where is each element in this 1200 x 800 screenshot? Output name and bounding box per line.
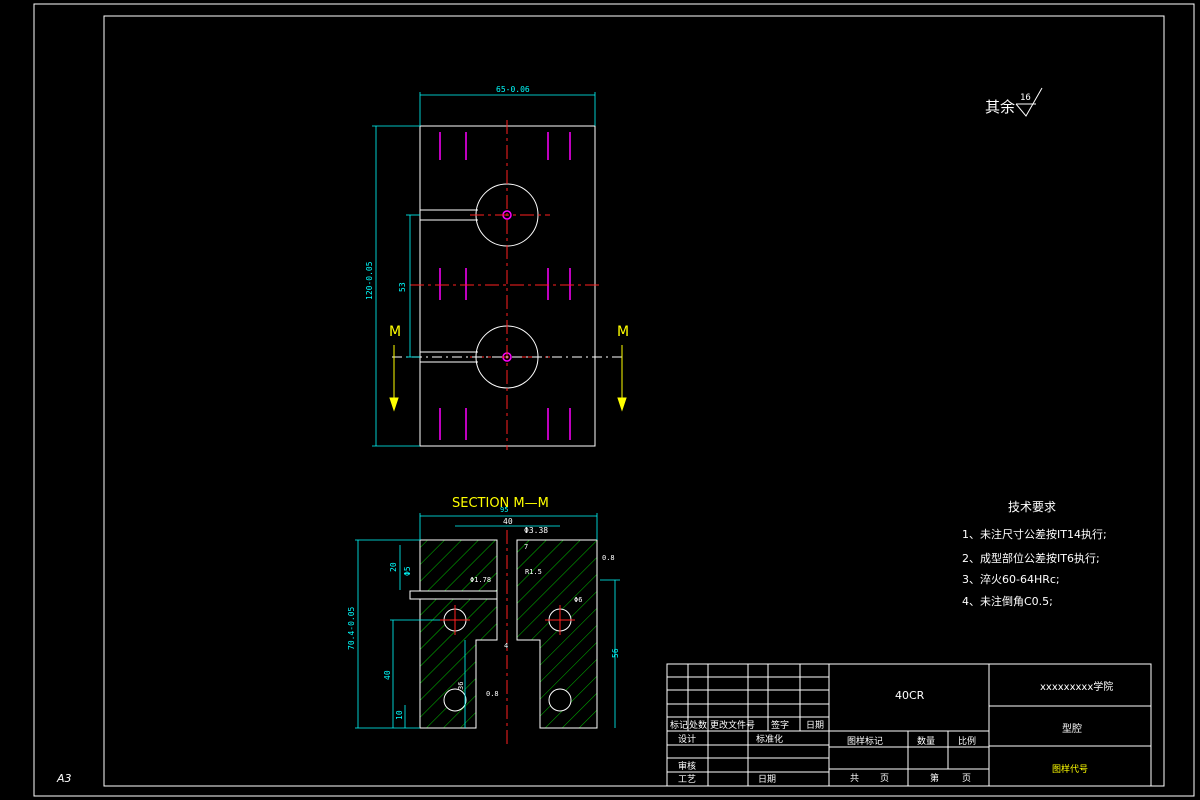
dim-top-height: 120-0.05 [365, 261, 374, 300]
tb-qty: 数量 [917, 735, 935, 747]
top-view: M M 65-0.06 120-0.05 53 [365, 85, 629, 450]
dim-section-height: 70.4-0.05 [347, 606, 356, 650]
tb-design: 设计 [678, 733, 696, 745]
tb-header-1: 标记 [670, 719, 688, 731]
surface-finish-value: 16 [1020, 93, 1031, 103]
tb-scale: 比例 [958, 735, 976, 747]
dim-4: 4 [504, 642, 508, 650]
tech-item-4: 4、未注倒角C0.5; [962, 594, 1053, 608]
roughness-2: 0.8 [486, 690, 499, 698]
tech-title: 技术要求 [1008, 500, 1056, 514]
dim-20: 20 [389, 562, 398, 572]
section-view: SECTION M—M 95 40 Φ3.38 7 20 Φ5 Φ1.78 R1… [347, 496, 620, 745]
dim-section-width: 95 [500, 506, 508, 514]
surface-finish-symbol: 其余 16 [985, 87, 1043, 117]
tb-standard: 标准化 [756, 733, 783, 745]
dim-36: 36 [457, 682, 465, 690]
dim-40: 40 [383, 670, 392, 680]
tb-header-3: 更改文件号 [710, 719, 755, 731]
dim-10: 10 [395, 710, 404, 720]
tech-item-1: 1、未注尺寸公差按IT14执行; [962, 527, 1107, 541]
section-mark-left: M [389, 324, 401, 340]
sheet-inner-frame [103, 15, 1165, 787]
tb-sheet-page: 页 [962, 773, 971, 784]
dim-r15: R1.5 [525, 568, 542, 576]
tb-school: xxxxxxxxx学院 [1040, 680, 1113, 693]
top-slots [439, 132, 571, 440]
sheet-outer-border [33, 3, 1195, 797]
dim-hole-spacing: 53 [398, 282, 407, 292]
tb-header-5: 日期 [806, 720, 824, 731]
tb-date: 日期 [758, 774, 776, 785]
dim-178: Φ1.78 [470, 576, 491, 584]
dim-small-hole: Φ3.38 [524, 526, 548, 535]
tb-header-2: 处数 [689, 719, 707, 731]
surface-finish-label: 其余 [985, 98, 1015, 116]
tb-total: 共 [850, 773, 859, 784]
tb-stage: 图样标记 [847, 735, 883, 747]
dim-5: Φ5 [403, 566, 412, 576]
dim-phi6: Φ6 [574, 596, 582, 604]
tech-item-2: 2、成型部位公差按IT6执行; [962, 551, 1100, 565]
tb-drawing-no: 图样代号 [1052, 763, 1088, 775]
center-lines [410, 120, 600, 450]
sheet-size-label: A3 [56, 772, 72, 785]
dim-56: 56 [611, 648, 620, 658]
tb-review: 审核 [678, 760, 696, 772]
drawing-sheet: M M 65-0.06 120-0.05 53 SECTION M—M 95 4… [0, 0, 1200, 800]
cad-drawing: M M 65-0.06 120-0.05 53 SECTION M—M 95 4… [33, 3, 1195, 797]
tb-header-4: 签字 [771, 719, 789, 731]
tech-item-3: 3、淬火60-64HRc; [962, 572, 1060, 586]
tb-sheet: 第 [930, 772, 939, 784]
tb-process: 工艺 [678, 774, 696, 785]
dim-top-width: 65-0.06 [496, 85, 530, 94]
tb-page: 页 [880, 773, 889, 784]
roughness-1: 0.8 [602, 554, 615, 562]
tech-requirements: 技术要求 1、未注尺寸公差按IT14执行; 2、成型部位公差按IT6执行; 3、… [962, 500, 1107, 608]
tb-material: 40CR [895, 689, 925, 702]
dim-slot: 7 [524, 543, 528, 551]
dim-inner-width: 40 [503, 517, 513, 526]
top-view-dims [372, 92, 596, 447]
tb-part-name: 型腔 [1062, 722, 1082, 735]
section-line [389, 345, 627, 412]
section-mark-right: M [617, 324, 629, 340]
